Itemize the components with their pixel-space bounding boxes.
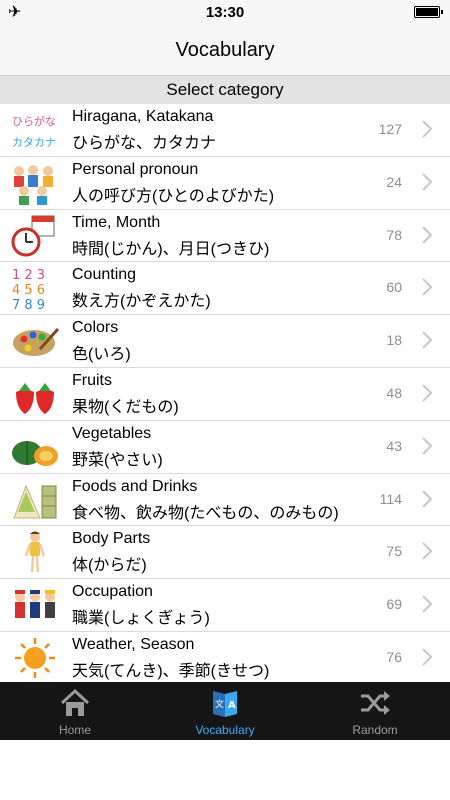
category-row-hiragana-katakana[interactable]: ひらがな カタカナ Hiragana, Katakana ひらがな、カタカナ 1… bbox=[0, 104, 450, 157]
svg-text:文: 文 bbox=[215, 698, 224, 710]
category-word-count: 127 bbox=[378, 121, 402, 137]
numbers-icon: 1 2 3 4 5 6 7 8 9 bbox=[12, 268, 45, 310]
clock-calendar-icon bbox=[11, 215, 55, 257]
numbers-thumb-line-1: 1 2 3 bbox=[12, 268, 45, 283]
category-english-label: Vegetables bbox=[72, 424, 152, 442]
category-english-label: Occupation bbox=[72, 583, 153, 601]
category-word-count: 24 bbox=[386, 173, 402, 190]
status-time: 13:30 bbox=[205, 4, 245, 21]
category-word-count: 48 bbox=[386, 384, 402, 401]
category-english-label: Time, Month bbox=[72, 213, 161, 231]
tab-label: Home bbox=[58, 723, 91, 737]
chevron-right-icon bbox=[422, 331, 432, 349]
chevron-right-icon bbox=[422, 173, 432, 191]
battery-icon bbox=[414, 6, 443, 18]
category-english-label: Personal pronoun bbox=[72, 160, 199, 178]
category-japanese-label: 果物(くだもの) bbox=[72, 398, 179, 416]
category-word-count: 60 bbox=[386, 279, 402, 296]
category-row-body-parts[interactable]: Body Parts 体(からだ) 75 bbox=[0, 526, 450, 580]
category-row-counting[interactable]: 1 2 3 4 5 6 7 8 9 Counting 数え方(かぞえかた) 60 bbox=[0, 262, 450, 316]
category-japanese-label: 天気(てんき)、季節(きせつ) bbox=[72, 662, 270, 680]
category-japanese-label: 職業(しょくぎょう) bbox=[72, 610, 210, 628]
category-word-count: 78 bbox=[386, 226, 402, 243]
chevron-right-icon bbox=[422, 225, 432, 244]
category-japanese-label: 人の呼び方(ひとのよびかた) bbox=[72, 187, 275, 205]
category-english-label: Fruits bbox=[72, 371, 112, 389]
chevron-right-icon bbox=[422, 437, 432, 455]
tab-random[interactable]: Random bbox=[300, 682, 450, 740]
strawberry-icon bbox=[16, 382, 54, 414]
workers-icon bbox=[15, 590, 55, 619]
chevron-right-icon bbox=[422, 278, 432, 297]
chevron-right-icon bbox=[422, 648, 432, 666]
home-icon bbox=[60, 688, 90, 716]
chevron-right-icon bbox=[422, 120, 432, 138]
navigation-bar: Vocabulary bbox=[0, 26, 450, 76]
tab-label: Random bbox=[352, 723, 398, 737]
body-icon bbox=[24, 531, 46, 573]
category-japanese-label: 食べ物、飲み物(たべもの、のみもの) bbox=[72, 504, 339, 522]
category-row-foods-and-drinks[interactable]: Foods and Drinks 食べ物、飲み物(たべもの、のみもの) 114 bbox=[0, 474, 450, 527]
category-list: ひらがな カタカナ Hiragana, Katakana ひらがな、カタカナ 1… bbox=[0, 104, 450, 682]
kana-thumb-line-2: カタカナ bbox=[12, 136, 56, 149]
category-japanese-label: 野菜(やさい) bbox=[72, 451, 163, 469]
people-icon bbox=[14, 164, 53, 205]
category-row-vegetables[interactable]: Vegetables 野菜(やさい) 43 bbox=[0, 421, 450, 474]
chevron-right-icon bbox=[422, 384, 432, 402]
category-word-count: 18 bbox=[386, 332, 402, 349]
numbers-thumb-line-3: 7 8 9 bbox=[12, 298, 45, 310]
chevron-right-icon bbox=[422, 489, 432, 508]
category-row-weather-season[interactable]: Weather, Season 天気(てんき)、季節(きせつ) 76 bbox=[0, 632, 450, 682]
category-japanese-label: 時間(じかん)、月日(つきひ) bbox=[72, 240, 270, 258]
category-row-time-month[interactable]: Time, Month 時間(じかん)、月日(つきひ) 78 bbox=[0, 210, 450, 263]
category-word-count: 114 bbox=[379, 490, 402, 507]
category-english-label: Colors bbox=[72, 319, 119, 337]
tab-vocabulary[interactable]: 文 A Vocabulary bbox=[150, 682, 300, 740]
category-english-label: Hiragana, Katakana bbox=[72, 108, 214, 125]
category-word-count: 43 bbox=[386, 437, 402, 454]
category-japanese-label: 色(いろ) bbox=[72, 346, 131, 364]
kana-icon: ひらがな カタカナ bbox=[12, 114, 56, 149]
category-word-count: 76 bbox=[386, 648, 402, 665]
category-word-count: 75 bbox=[386, 543, 402, 560]
category-english-label: Counting bbox=[72, 266, 137, 284]
chevron-right-icon bbox=[422, 595, 432, 613]
category-english-label: Weather, Season bbox=[72, 635, 195, 653]
vocabulary-icon: 文 A bbox=[213, 691, 237, 717]
chevron-right-icon bbox=[422, 542, 432, 561]
category-english-label: Body Parts bbox=[72, 530, 151, 548]
tab-home[interactable]: Home bbox=[0, 682, 150, 740]
category-english-label: Foods and Drinks bbox=[72, 477, 198, 495]
category-row-colors[interactable]: Colors 色(いろ) 18 bbox=[0, 315, 450, 368]
category-japanese-label: 数え方(かぞえかた) bbox=[72, 293, 211, 311]
category-row-personal-pronoun[interactable]: Personal pronoun 人の呼び方(ひとのよびかた) 24 bbox=[0, 157, 450, 210]
category-japanese-label: ひらがな、カタカナ bbox=[72, 135, 217, 152]
category-row-occupation[interactable]: Occupation 職業(しょくぎょう) 69 bbox=[0, 579, 450, 632]
page-title: Vocabulary bbox=[175, 39, 275, 61]
category-row-fruits[interactable]: Fruits 果物(くだもの) 48 bbox=[0, 368, 450, 421]
shuffle-icon bbox=[361, 691, 390, 715]
tab-label: Vocabulary bbox=[195, 723, 255, 737]
sandwich-icon bbox=[13, 484, 57, 519]
palette-icon bbox=[13, 328, 60, 357]
numbers-thumb-line-2: 4 5 6 bbox=[12, 283, 45, 298]
category-japanese-label: 体(からだ) bbox=[72, 557, 147, 575]
tab-bar: Home 文 A Vocabulary Random bbox=[0, 682, 450, 740]
svg-text:A: A bbox=[228, 700, 236, 711]
kana-thumb-line-1: ひらがな bbox=[12, 114, 56, 128]
sun-icon bbox=[15, 637, 55, 678]
status-bar: ✈ 13:30 bbox=[0, 0, 450, 26]
category-word-count: 69 bbox=[386, 596, 402, 613]
section-header: Select category bbox=[0, 76, 450, 104]
pumpkin-icon bbox=[12, 440, 58, 466]
